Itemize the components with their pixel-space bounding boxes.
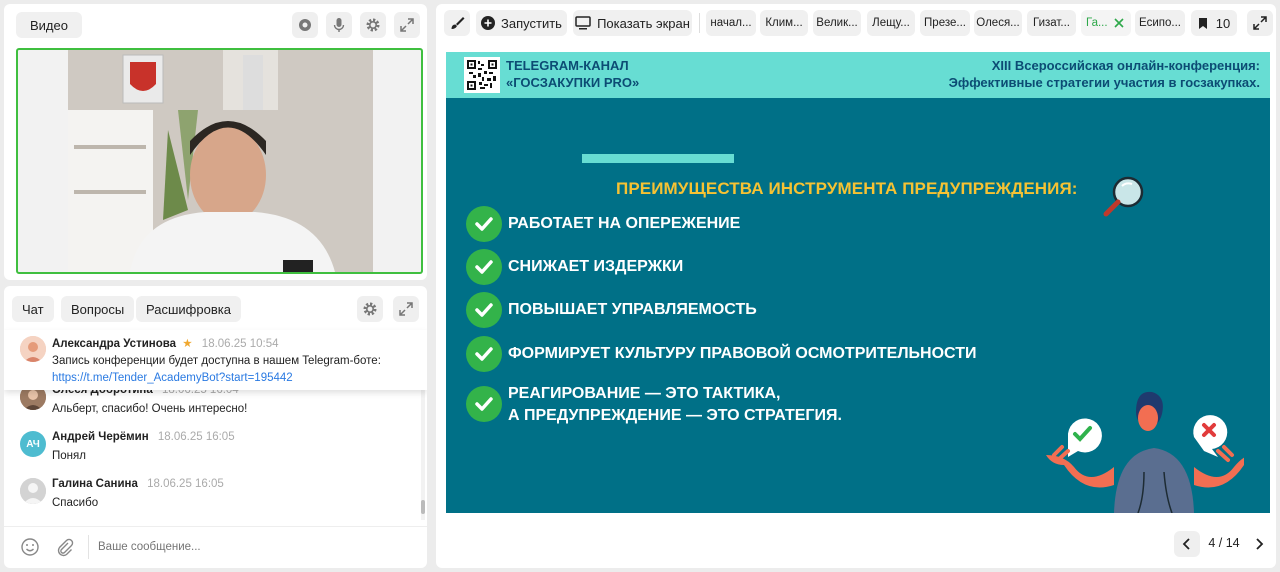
divider xyxy=(699,13,700,33)
check-icon xyxy=(466,206,502,242)
chat-message: АЧ Андрей Черёмин 18.06.25 16:05 Понял xyxy=(20,431,416,465)
chat-expand-icon[interactable] xyxy=(393,296,419,322)
scrollbar-thumb[interactable] xyxy=(421,500,425,514)
chat-settings-icon[interactable] xyxy=(357,296,383,322)
bookmark-icon xyxy=(1198,17,1207,29)
slide-header: TELEGRAM-КАНАЛ «ГОСЗАКУПКИ PRO» XIII Все… xyxy=(446,52,1270,98)
message-author: Галина Санина 18.06.25 16:05 xyxy=(52,478,224,490)
prev-slide-icon[interactable] xyxy=(1174,531,1200,557)
slide-tab[interactable]: Презе... xyxy=(920,10,970,36)
avatar xyxy=(20,336,46,362)
channel-title: «ГОСЗАКУПКИ PRO» xyxy=(506,75,640,90)
slide-tab[interactable]: начал... xyxy=(706,10,756,36)
slide-tab-label: Га... xyxy=(1086,17,1108,29)
tab-chat[interactable]: Чат xyxy=(12,296,54,322)
page-indicator: 4 / 14 xyxy=(1208,536,1240,550)
settings-icon[interactable] xyxy=(360,12,386,38)
close-icon[interactable] xyxy=(1113,18,1124,28)
bullet-text-line1: РЕАГИРОВАНИЕ — ЭТО ТАКТИКА, xyxy=(508,385,781,402)
start-button[interactable]: Запустить xyxy=(476,10,567,36)
slide-pager: 4 / 14 xyxy=(1174,531,1272,557)
bullet-item: РЕАГИРОВАНИЕ — ЭТО ТАКТИКА, А ПРЕДУПРЕЖД… xyxy=(466,385,966,436)
bullet-item: ПОВЫШАЕТ УПРАВЛЯЕМОСТЬ xyxy=(466,292,1166,328)
message-text: Спасибо xyxy=(52,497,99,509)
share-label: Показать экран xyxy=(597,15,690,31)
message-time: 18.06.25 16:05 xyxy=(147,478,224,490)
message-input[interactable] xyxy=(98,537,398,557)
bullet-text-line2: А ПРЕДУПРЕЖДЕНИЕ — ЭТО СТРАТЕГИЯ. xyxy=(508,407,842,424)
check-icon xyxy=(466,336,502,372)
slide-tab[interactable]: Есипо... xyxy=(1135,10,1185,36)
conference-title: XIII Всероссийская онлайн-конференция: xyxy=(991,58,1260,73)
avatar-initials: АЧ xyxy=(20,431,46,457)
slide-tab[interactable]: Гизат... xyxy=(1027,10,1076,36)
qr-code xyxy=(464,57,500,93)
bullet-item: СНИЖАЕТ ИЗДЕРЖКИ xyxy=(466,249,1166,285)
chat-input-row xyxy=(4,526,427,566)
presentation-toolbar: Запустить Показать экран начал... Клим..… xyxy=(436,10,1276,36)
person-illustration xyxy=(1044,382,1252,513)
bullet-text: ФОРМИРУЕТ КУЛЬТУРУ ПРАВОВОЙ ОСМОТРИТЕЛЬН… xyxy=(508,345,977,362)
message-link[interactable]: https://t.me/Tender_AcademyBot?start=195… xyxy=(52,369,293,387)
chat-message: Галина Санина 18.06.25 16:05 Спасибо xyxy=(20,478,416,512)
share-screen-button[interactable]: Показать экран xyxy=(573,10,692,36)
speaker-video xyxy=(68,50,373,272)
slide-heading: ПРЕИМУЩЕСТВА ИНСТРУМЕНТА ПРЕДУПРЕЖДЕНИЯ: xyxy=(616,179,1078,198)
pinned-message: Александра Устинова ★ 18.06.25 10:54 Зап… xyxy=(4,330,427,390)
message-text: Альберт, спасибо! Очень интересно! xyxy=(52,403,248,415)
tab-transcript[interactable]: Расшифровка xyxy=(136,296,241,322)
plus-circle-icon xyxy=(481,16,496,30)
check-icon xyxy=(466,386,502,422)
user-icon xyxy=(20,478,46,504)
message-text: Понял xyxy=(52,450,86,462)
message-author: Александра Устинова ★ 18.06.25 10:54 xyxy=(52,336,279,350)
conference-subtitle: Эффективные стратегии участия в госзакуп… xyxy=(948,75,1260,90)
chat-scrollbar[interactable] xyxy=(421,390,425,520)
pinned-message-content: Александра Устинова ★ 18.06.25 10:54 Зап… xyxy=(20,336,416,386)
video-panel: Видео xyxy=(4,4,427,280)
slide-tab-active[interactable]: Га... xyxy=(1081,10,1131,36)
channel-name: TELEGRAM-КАНАЛ xyxy=(506,58,629,73)
bullet-text: СНИЖАЕТ ИЗДЕРЖКИ xyxy=(508,258,684,275)
bookmark-button[interactable]: 10 xyxy=(1191,10,1237,36)
bullet-text: РАБОТАЕТ НА ОПЕРЕЖЕНИЕ xyxy=(508,215,741,232)
bullet-text: ПОВЫШАЕТ УПРАВЛЯЕМОСТЬ xyxy=(508,301,757,318)
next-slide-icon[interactable] xyxy=(1246,531,1272,557)
slide-tab[interactable]: Лещу... xyxy=(867,10,915,36)
monitor-icon xyxy=(575,16,591,30)
bookmark-count: 10 xyxy=(1215,15,1231,31)
message-author: Андрей Черёмин 18.06.25 16:05 xyxy=(52,431,235,443)
attach-icon[interactable] xyxy=(54,537,74,557)
slide-tab[interactable]: Велик... xyxy=(813,10,861,36)
message-time: 18.06.25 10:54 xyxy=(201,338,279,350)
emoji-icon[interactable] xyxy=(20,537,40,557)
fullscreen-icon[interactable] xyxy=(1247,10,1273,36)
check-icon xyxy=(466,292,502,328)
author-name: Галина Санина xyxy=(52,478,138,490)
message-text: Запись конференции будет доступна в наше… xyxy=(52,355,381,367)
star-icon: ★ xyxy=(182,338,193,350)
expand-icon[interactable] xyxy=(394,12,420,38)
check-icon xyxy=(466,249,502,285)
accent-bar xyxy=(582,154,734,163)
slide-tab[interactable]: Олеся... xyxy=(974,10,1022,36)
video-label[interactable]: Видео xyxy=(16,12,82,38)
chat-panel: Чат Вопросы Расшифровка Александра Устин… xyxy=(4,286,427,568)
camera-icon[interactable] xyxy=(292,12,318,38)
bullet-item: РАБОТАЕТ НА ОПЕРЕЖЕНИЕ xyxy=(466,206,1166,242)
presentation-panel: Запустить Показать экран начал... Клим..… xyxy=(436,4,1276,568)
tab-questions[interactable]: Вопросы xyxy=(61,296,135,322)
presentation-slide: TELEGRAM-КАНАЛ «ГОСЗАКУПКИ PRO» XIII Все… xyxy=(446,52,1270,513)
slide-tab[interactable]: Клим... xyxy=(760,10,808,36)
divider xyxy=(88,535,89,559)
bullet-item: ФОРМИРУЕТ КУЛЬТУРУ ПРАВОВОЙ ОСМОТРИТЕЛЬН… xyxy=(466,336,1166,372)
start-label: Запустить xyxy=(501,15,562,31)
mic-icon[interactable] xyxy=(326,12,352,38)
video-feed[interactable] xyxy=(16,48,423,274)
author-name: Андрей Черёмин xyxy=(52,431,149,443)
author-name: Александра Устинова xyxy=(52,338,177,350)
brush-icon[interactable] xyxy=(444,10,470,36)
message-time: 18.06.25 16:05 xyxy=(157,431,235,443)
